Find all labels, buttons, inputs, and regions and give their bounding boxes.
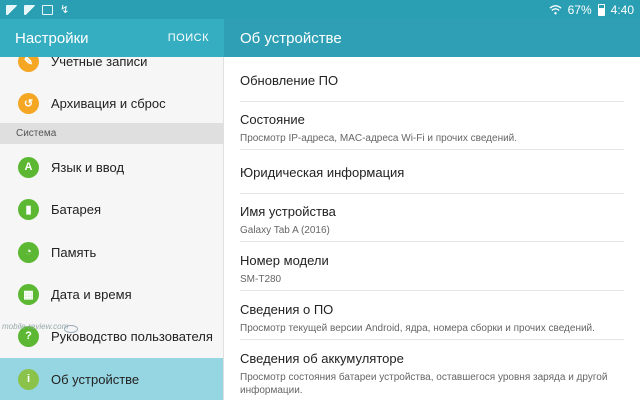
keyboard-icon: A — [18, 156, 39, 178]
sidebar-item-accounts[interactable]: ✎ Учетные записи — [0, 57, 223, 82]
item-subtitle: SM-T280 — [240, 274, 282, 285]
sidebar-item-label: Учетные записи — [51, 57, 148, 69]
key-icon: ✎ — [18, 57, 39, 72]
item-title: Состояние — [240, 112, 305, 127]
battery-icon — [597, 3, 605, 16]
item-title: Юридическая информация — [240, 165, 405, 180]
usb-icon: ↯ — [60, 3, 70, 16]
storage-icon: ◔ — [18, 241, 39, 263]
item-title: Номер модели — [240, 253, 329, 268]
status-bar: ↯ 67% 4:40 — [0, 0, 640, 19]
battery-percent: 67% — [567, 2, 592, 17]
watermark: mobile-review.com — [2, 322, 69, 331]
sidebar-item-label: Язык и ввод — [51, 159, 125, 175]
search-button[interactable]: ПОИСК — [168, 32, 209, 44]
settings-header: Настройки ПОИСК — [0, 19, 224, 57]
sidebar-item-battery[interactable]: ▮ Батарея — [0, 188, 223, 230]
info-icon: i — [18, 368, 39, 390]
detail-header: Об устройстве — [224, 19, 640, 57]
sidebar-item-label: Архивация и сброс — [51, 95, 166, 111]
list-item-software-update[interactable]: Обновление ПО — [240, 73, 630, 88]
battery-icon: ▮ — [18, 198, 39, 220]
list-item-legal-info[interactable]: Юридическая информация — [240, 165, 630, 180]
page-title: Настройки — [15, 29, 89, 47]
list-item-battery-info[interactable]: Сведения об аккумуляторе Просмотр состоя… — [240, 351, 630, 397]
sidebar-item-backup[interactable]: ↺ Архивация и сброс — [0, 82, 223, 124]
list-item-software-info[interactable]: Сведения о ПО Просмотр текущей версии An… — [240, 302, 630, 335]
sidebar-item-label: Память — [51, 244, 97, 260]
sidebar-item-label: Батарея — [51, 201, 102, 217]
list-item-status[interactable]: Состояние Просмотр IP-адреса, MAC-адреса… — [240, 112, 630, 145]
backup-icon: ↺ — [18, 92, 39, 114]
divider — [240, 241, 624, 242]
item-subtitle: Просмотр IP-адреса, MAC-адреса Wi-Fi и п… — [240, 133, 518, 144]
list-item-device-name[interactable]: Имя устройства Galaxy Tab A (2016) — [240, 204, 630, 237]
item-subtitle: Просмотр текущей версии Android, ядра, н… — [240, 323, 595, 334]
divider — [240, 290, 624, 291]
section-header-system: Система — [0, 123, 223, 144]
detail-title: Об устройстве — [240, 29, 342, 47]
about-device-list: Обновление ПО Состояние Просмотр IP-адре… — [224, 57, 640, 400]
sidebar-item-about[interactable]: i Об устройстве — [0, 358, 223, 400]
divider — [240, 193, 624, 194]
item-title: Обновление ПО — [240, 73, 339, 88]
wifi-icon — [549, 4, 562, 14]
gallery-icon — [24, 4, 35, 15]
sidebar-item-storage[interactable]: ◔ Память — [0, 231, 223, 273]
calendar-icon: ▦ — [18, 283, 39, 305]
divider — [240, 339, 624, 340]
divider — [240, 101, 624, 102]
item-title: Имя устройства — [240, 204, 336, 219]
image-icon — [6, 4, 17, 15]
divider — [240, 149, 624, 150]
list-item-model-number[interactable]: Номер модели SM-T280 — [240, 253, 630, 286]
clock: 4:40 — [610, 2, 634, 17]
sidebar-item-datetime[interactable]: ▦ Дата и время — [0, 273, 223, 315]
item-subtitle: Просмотр состояния батареи устройства, о… — [240, 372, 608, 396]
item-title: Сведения об аккумуляторе — [240, 351, 404, 366]
mail-icon — [42, 4, 53, 15]
sidebar-item-language[interactable]: A Язык и ввод — [0, 146, 223, 188]
item-title: Сведения о ПО — [240, 302, 334, 317]
item-subtitle: Galaxy Tab A (2016) — [240, 225, 330, 236]
sidebar-item-label: Об устройстве — [51, 371, 140, 387]
sidebar: ✎ Учетные записи ↺ Архивация и сброс Сис… — [0, 57, 224, 400]
sidebar-item-label: Дата и время — [51, 286, 132, 302]
